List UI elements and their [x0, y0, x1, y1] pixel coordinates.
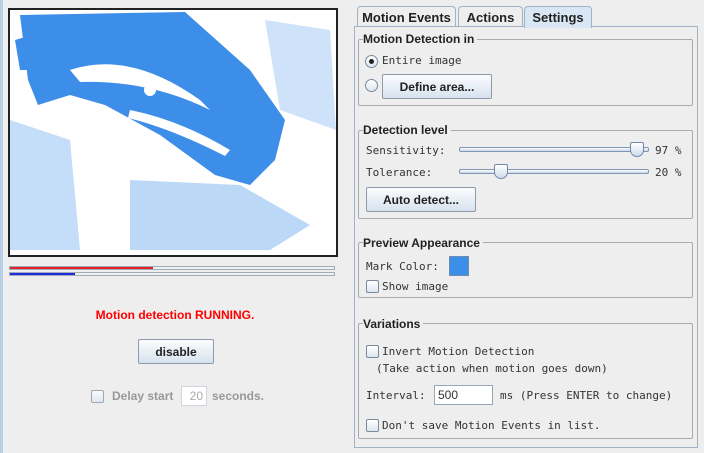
tab-settings[interactable]: Settings [524, 6, 592, 28]
motion-preview [8, 8, 338, 257]
define-area-radio[interactable] [365, 79, 378, 92]
tab-actions[interactable]: Actions [458, 6, 523, 27]
mark-color-label: Mark Color: [366, 260, 439, 273]
window-edge [0, 0, 3, 453]
entire-image-label: Entire image [382, 54, 462, 67]
preview-appearance-title: Preview Appearance [363, 236, 483, 250]
sensitivity-slider-thumb[interactable] [629, 142, 644, 157]
tolerance-value: 20 % [655, 166, 682, 179]
motion-level-meter [9, 266, 335, 270]
show-image-label: Show image [382, 280, 449, 293]
invert-motion-label: Invert Motion Detection [382, 345, 535, 358]
threshold-meter [9, 272, 335, 276]
mark-color-swatch[interactable] [449, 256, 469, 276]
invert-motion-checkbox[interactable] [366, 345, 379, 358]
entire-image-radio[interactable] [365, 55, 378, 68]
delay-seconds-input[interactable]: 20 [181, 386, 207, 406]
auto-detect-button[interactable]: Auto detect... [366, 187, 476, 212]
variations-title: Variations [363, 317, 424, 331]
invert-motion-hint: (Take action when motion goes down) [376, 362, 608, 375]
interval-input[interactable]: 500 [434, 385, 493, 405]
delay-start-label: Delay start [112, 389, 174, 403]
tolerance-slider-thumb[interactable] [494, 164, 509, 179]
dont-save-events-checkbox[interactable] [366, 419, 379, 432]
dont-save-events-label: Don't save Motion Events in list. [382, 419, 601, 432]
sensitivity-label: Sensitivity: [366, 144, 446, 157]
delay-seconds-unit: seconds. [212, 389, 265, 403]
status-text: Motion detection RUNNING. [95, 308, 255, 322]
sensitivity-slider[interactable] [459, 142, 649, 157]
sensitivity-value: 97 % [655, 144, 682, 157]
tab-motion-events[interactable]: Motion Events [357, 6, 456, 27]
define-area-button[interactable]: Define area... [382, 74, 492, 99]
tolerance-label: Tolerance: [366, 166, 433, 179]
motion-mask-image [10, 12, 336, 250]
interval-label: Interval: [366, 389, 426, 402]
delay-start-checkbox[interactable] [91, 390, 104, 403]
interval-unit: ms (Press ENTER to change) [500, 389, 673, 402]
show-image-checkbox[interactable] [366, 280, 379, 293]
detection-level-title: Detection level [363, 123, 451, 137]
tolerance-slider[interactable] [459, 164, 649, 179]
motion-detection-in-title: Motion Detection in [363, 32, 478, 46]
disable-button[interactable]: disable [138, 339, 214, 364]
